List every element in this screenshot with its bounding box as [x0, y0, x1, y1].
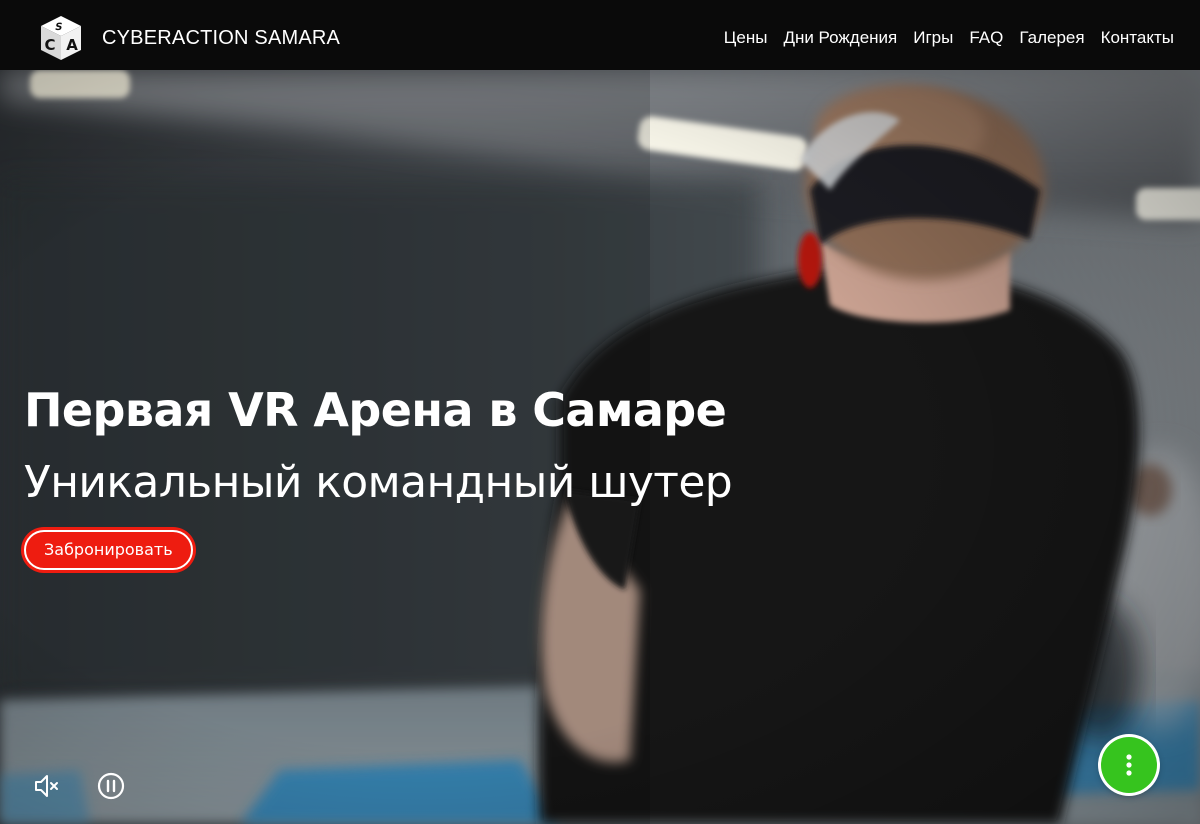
sca-cube-logo[interactable]: S C A [37, 14, 85, 62]
hero-video-frame [0, 70, 1200, 824]
site-header: S C A CYBERACTION SAMARA Цены Дни Рожден… [0, 0, 1200, 70]
hero-video: Первая VR Арена в Самаре Уникальный кома… [0, 70, 1200, 824]
more-vertical-icon [1126, 754, 1132, 776]
floating-menu-button[interactable] [1101, 737, 1157, 793]
main-nav: Цены Дни Рождения Игры FAQ Галерея Конта… [724, 27, 1174, 49]
nav-item-contacts[interactable]: Контакты [1101, 27, 1174, 49]
page: S C A CYBERACTION SAMARA Цены Дни Рожден… [0, 0, 1200, 824]
svg-text:C: C [44, 36, 55, 54]
volume-muted-icon[interactable] [30, 770, 62, 802]
pause-circle-icon[interactable] [95, 770, 127, 802]
svg-text:A: A [66, 36, 78, 54]
brand-name[interactable]: CYBERACTION SAMARA [102, 26, 340, 50]
nav-item-birthdays[interactable]: Дни Рождения [783, 27, 897, 49]
nav-item-faq[interactable]: FAQ [969, 27, 1003, 49]
nav-item-prices[interactable]: Цены [724, 27, 768, 49]
nav-item-games[interactable]: Игры [913, 27, 953, 49]
nav-item-gallery[interactable]: Галерея [1019, 27, 1084, 49]
book-button[interactable]: Забронировать [24, 530, 193, 570]
hero-subtitle: Уникальный командный шутер [24, 457, 733, 508]
hero-title: Первая VR Арена в Самаре [24, 383, 727, 437]
